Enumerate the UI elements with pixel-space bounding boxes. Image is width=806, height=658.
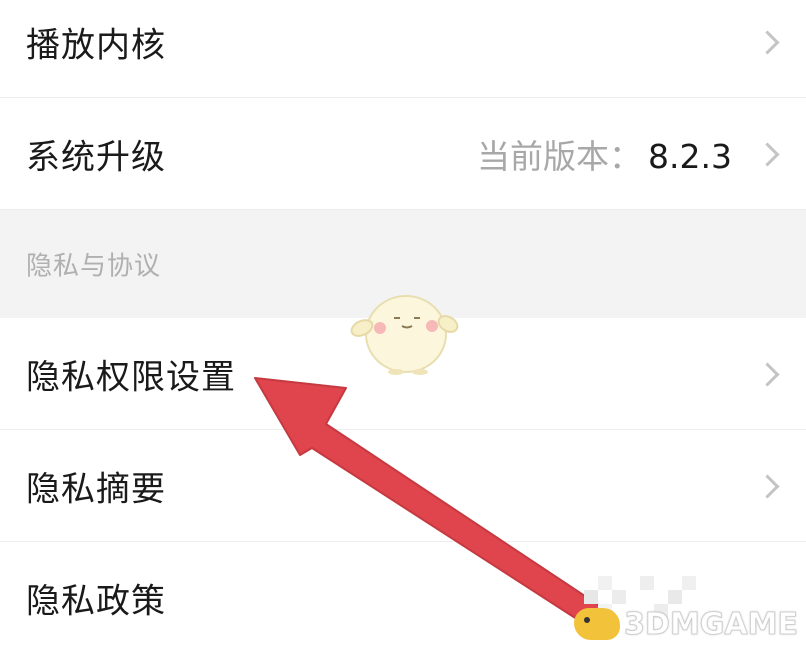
chevron-right-icon	[755, 361, 780, 387]
settings-row-privacy-summary[interactable]: 隐私摘要	[0, 430, 806, 542]
version-value: 8.2.3	[648, 136, 732, 176]
row-label: 隐私摘要	[26, 469, 166, 509]
chevron-right-icon	[755, 141, 780, 167]
row-label: 播放内核	[26, 25, 166, 65]
3dmgame-logo-icon	[574, 608, 621, 640]
row-label: 隐私政策	[26, 581, 166, 622]
watermark: 3DMGAME	[574, 604, 798, 644]
row-label: 系统升级	[26, 137, 166, 177]
settings-row-player-core[interactable]: 播放内核	[0, 0, 806, 98]
chevron-right-icon	[755, 473, 780, 499]
row-label: 隐私权限设置	[26, 357, 236, 397]
mascot-sticker-icon	[350, 295, 459, 375]
settings-screen: 播放内核 系统升级 当前版本： 8.2.3 隐私与协议 隐私权限设置 隐私摘要 隐…	[0, 0, 806, 658]
section-title: 隐私与协议	[26, 251, 162, 282]
version-label: 当前版本：	[477, 136, 643, 176]
version-info: 当前版本： 8.2.3	[477, 130, 732, 178]
settings-row-system-upgrade[interactable]: 系统升级 当前版本： 8.2.3	[0, 98, 806, 210]
watermark-text: 3DMGAME	[624, 606, 799, 642]
chevron-right-icon	[755, 29, 780, 55]
